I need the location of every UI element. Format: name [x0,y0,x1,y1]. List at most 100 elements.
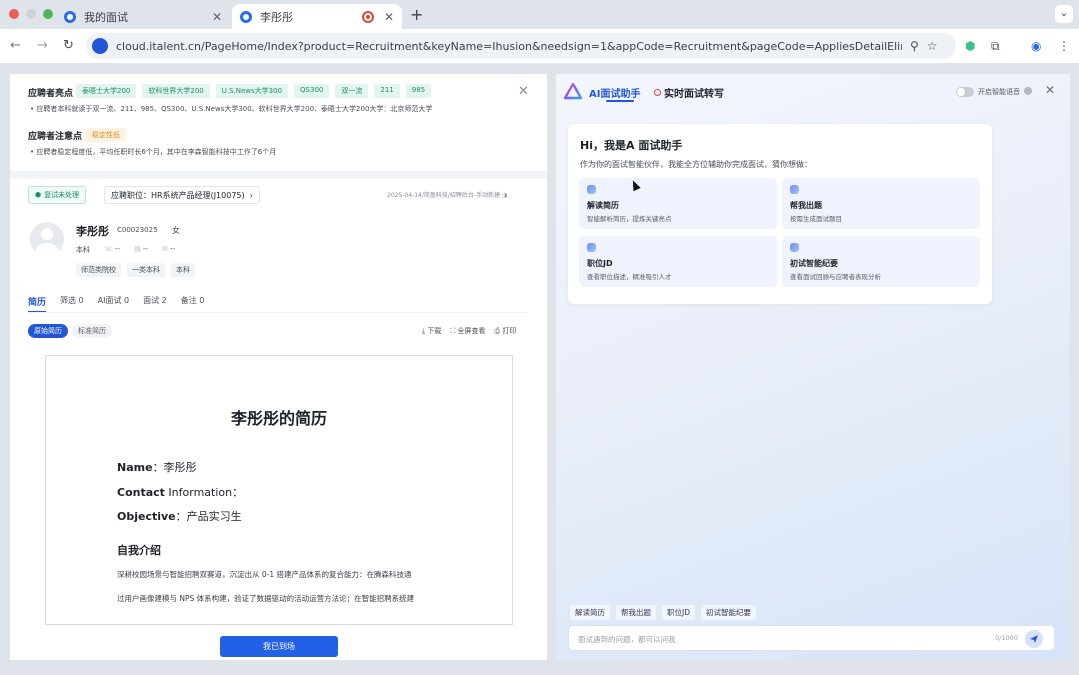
recording-icon [361,10,374,23]
arrived-button[interactable]: 我已到场 [220,636,338,657]
browser-toolbar: ← → ↻ cloud.italent.cn/PageHome/Index?pr… [0,29,1079,63]
tab-realtime-transcript[interactable]: 实时面试转写 [654,85,724,100]
bookmark-star-icon[interactable]: ☆ [927,39,938,53]
highlight-chip: 泰晤士大学200 [76,84,137,98]
active-tab-indicator [606,100,634,102]
tab-ai-interview[interactable]: AI面试 0 [98,295,129,308]
highlights-title: 应聘者亮点 [28,89,74,99]
greeting-title: Hi，我是A 面试助手 [580,139,683,152]
candidate-detail-panel: 应聘者亮点 泰晤士大学200 软科世界大学200 U.S.News大学300 Q… [10,74,547,660]
greeting-subtitle: 作为你的面试智能伙伴，我能全方位辅助你完成面试，猜你想做： [580,160,812,169]
reload-icon[interactable]: ↻ [63,38,74,53]
minimize-window-button[interactable] [26,9,36,19]
tab-realtime-label: 实时面试转写 [664,89,724,100]
question-icon [790,185,799,194]
welcome-card: Hi，我是A 面试助手 作为你的面试智能伙伴，我能全方位辅助你完成面试，猜你想做… [568,124,992,304]
candidate-gender: 女 [172,226,180,235]
browser-tab-bar: 我的面试 ✕ 李彤彤 ✕ + ⌄ [0,0,1079,29]
feature-desc: 查看面试回顾与应聘者表现分析 [790,273,881,281]
url-text[interactable]: cloud.italent.cn/PageHome/Index?product=… [116,40,902,53]
quick-action-interview-summary[interactable]: 初试智能纪要 [701,605,756,620]
feature-job-description-button[interactable]: 职位JD 查看职位描述，精准吸引人才 [579,236,777,287]
ai-logo-icon [564,83,582,100]
page-content: 应聘者亮点 泰晤士大学200 软科世界大学200 U.S.News大学300 Q… [0,63,1079,675]
highlight-chip: 软科世界大学200 [142,84,210,98]
smart-voice-toggle[interactable] [956,87,974,97]
profile-avatar-icon[interactable]: ◉ [1031,39,1041,53]
tab-interview[interactable]: 面试 2 [143,295,167,308]
fullscreen-icon: ⛶ [450,327,456,335]
status-shield-icon: ⬢ [35,191,42,199]
back-arrow-icon[interactable]: ← [10,38,21,53]
chat-input-box: 0/1000 [568,625,1055,651]
candidate-tag: 一类本科 [127,263,165,277]
candidate-phone: ☏ -- [104,245,121,253]
info-icon: ◑ [502,192,508,199]
application-meta: 2025-04-14/简盈科技/招聘后台-手动新建 ◑ [387,192,508,199]
summary-icon [790,243,799,252]
smart-voice-label: 开启智能语音 [978,88,1020,96]
position-text: 应聘职位：HR系统产品经理(J10075) [111,190,245,200]
close-panel-icon[interactable]: ✕ [1045,83,1055,97]
highlight-chip: QS300 [294,84,330,98]
send-button[interactable] [1025,630,1043,648]
fullscreen-button[interactable]: ⛶ 全屏查看 [450,326,485,336]
close-window-button[interactable] [9,9,19,19]
close-tab-icon[interactable]: ✕ [384,10,394,24]
new-tab-button[interactable]: + [410,5,423,24]
candidate-name: 李彤彤 [76,225,109,238]
tab-screening[interactable]: 筛选 0 [60,295,84,308]
highlight-chip: U.S.News大学300 [215,84,289,98]
browser-tab-candidate[interactable]: 李彤彤 ✕ [232,4,402,29]
original-resume-button[interactable]: 原始简历 [28,324,68,338]
feature-desc: 按需生成面试题目 [790,215,842,223]
resume-intro-text: 过用户画像建模与 NPS 体系构建，验证了数据驱动的活动运营方法论；在智能招聘系… [117,594,415,603]
candidate-tags: 师范类院校 一类本科 本科 [76,263,195,277]
quick-action-generate-questions[interactable]: 帮我出题 [616,605,656,620]
quick-action-job-description[interactable]: 职位JD [662,605,695,620]
zoom-icon[interactable]: ⚲ [910,39,919,53]
resume-title: 李彤彤的简历 [230,409,327,428]
browser-menu-icon[interactable]: ⋮ [1058,39,1070,53]
candidate-id: C00023025 [117,226,158,234]
feature-generate-questions-button[interactable]: 帮我出题 按需生成面试题目 [782,178,980,229]
candidate-tag: 本科 [171,263,195,277]
tab-resume[interactable]: 简历 [28,295,47,313]
resume-actions: ⤓ 下载 ⛶ 全屏查看 ⎙ 打印 [422,326,516,336]
chat-input[interactable] [578,632,978,646]
help-icon[interactable] [1024,87,1032,95]
chevron-right-icon: › [249,190,253,200]
download-icon: ⤓ [422,327,426,335]
maximize-window-button[interactable] [43,9,53,19]
resume-document: 李彤彤的简历 Name：李彤彤 Contact Information： Obj… [45,355,513,625]
print-button[interactable]: ⎙ 打印 [494,326,516,336]
browser-tab-my-interviews[interactable]: 我的面试 ✕ [56,4,230,29]
highlight-chip: 211 [374,84,400,98]
close-tab-icon[interactable]: ✕ [212,10,222,24]
status-badge: ⬢ 复试未处理 [28,186,87,204]
download-button[interactable]: ⤓ 下载 [422,326,441,336]
feature-interpret-resume-button[interactable]: 解读简历 智能解析简历，提炼关键亮点 [579,178,777,229]
site-info-icon[interactable] [92,38,108,54]
close-highlights-icon[interactable]: ✕ [518,84,529,99]
forward-arrow-icon[interactable]: → [37,38,48,53]
resume-name-line: Name：李彤彤 [117,461,197,474]
extension-icon[interactable]: ⬢ [965,39,975,53]
record-icon [654,89,661,96]
tab-search-chevron-icon[interactable]: ⌄ [1055,5,1073,23]
quick-actions: 解读简历 帮我出题 职位JD 初试智能纪要 [570,605,756,620]
address-bar[interactable]: cloud.italent.cn/PageHome/Index?product=… [86,33,956,59]
send-icon [1030,635,1038,643]
tab-ai-assistant[interactable]: AI面试助手 [589,85,640,100]
tab-title: 我的面试 [84,10,128,24]
tab-notes[interactable]: 备注 0 [181,295,205,308]
puzzle-extensions-icon[interactable]: ⧉ [991,39,1000,54]
standard-resume-button[interactable]: 标准简历 [72,324,112,338]
feature-desc: 查看职位描述，精准吸引人才 [587,273,672,281]
candidate-info-row: 本科 ☏ -- ▤ -- ✉ -- [76,245,175,255]
feature-interview-summary-button[interactable]: 初试智能纪要 查看面试回顾与应聘者表现分析 [782,236,980,287]
notice-chip: 稳定性低 [86,128,126,142]
position-selector[interactable]: 应聘职位：HR系统产品经理(J10075) › [104,186,260,204]
resume-intro-text: 深耕校园场景与智能招聘双赛道，沉淀出从 0-1 搭建产品体系的复合能力：在腾森科… [117,570,412,579]
quick-action-interpret-resume[interactable]: 解读简历 [570,605,610,620]
